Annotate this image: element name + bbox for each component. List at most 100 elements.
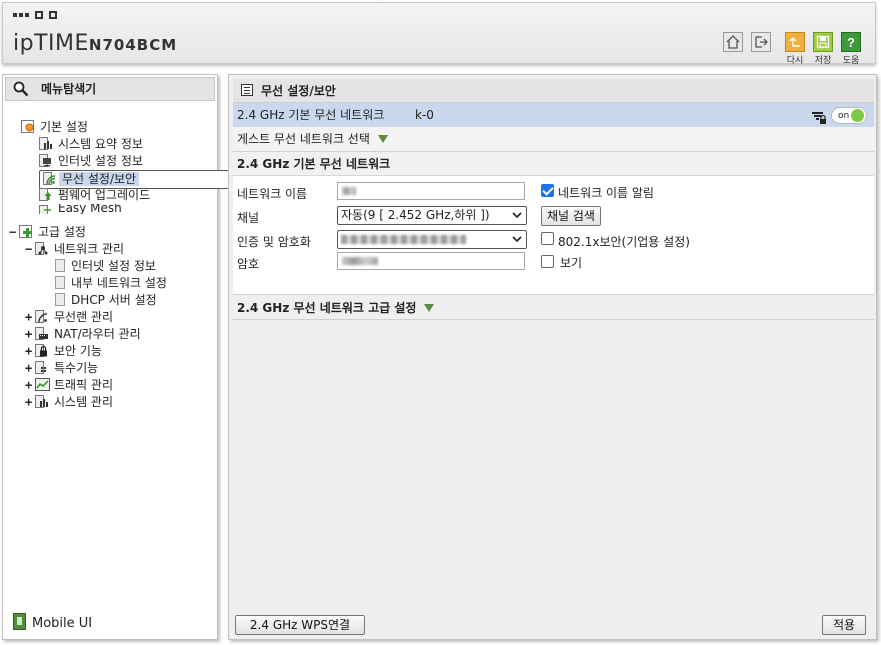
wireless-on-off-toggle[interactable]: on (831, 107, 867, 124)
tree-item-internet-info[interactable]: 인터넷 설정 정보 (39, 153, 146, 170)
announce-name-checkbox[interactable] (541, 184, 554, 197)
tree-security-features[interactable]: + 보안 기능 (25, 343, 105, 360)
tree-network-management[interactable]: − 네트워크 관리 (25, 241, 127, 258)
tree-item-firmware-upgrade[interactable]: 펌웨어 업그레이드 (39, 187, 153, 204)
channel-search-button[interactable]: 채널 검색 (541, 206, 601, 226)
mobile-phone-icon (13, 613, 26, 630)
enterprise-security-checkbox[interactable] (541, 232, 554, 245)
section-title: 2.4 GHz 기본 무선 네트워크 (233, 152, 874, 176)
upgrade-icon (39, 188, 52, 201)
expand-triangle-icon (377, 135, 388, 143)
help-button[interactable]: ? 도움 (841, 32, 861, 66)
tree-wireless-lan-management[interactable]: + 무선랜 관리 (25, 309, 116, 326)
basic-settings-folder-icon (21, 120, 34, 133)
channel-row: 채널 자동(9 [ 2.452 GHz,하위 ]) 채널 검색 (233, 204, 874, 228)
menu-explorer-sidebar: 메뉴탐색기 기본 설정 시스템 요약 정보 인터넷 설정 정보 무선 설정/보안… (2, 74, 229, 640)
network-name-label: 네트워크 이름 (237, 187, 308, 201)
wireless-network-row[interactable]: 2.4 GHz 기본 무선 네트워크 k-0 on (233, 103, 874, 127)
save-icon (813, 32, 833, 52)
magnifier-icon (13, 81, 29, 104)
tree-traffic-management[interactable]: + 트래픽 관리 (25, 377, 116, 394)
retry-button[interactable]: 다시 (785, 32, 805, 66)
page-title-bar: 무선 설정/보안 (233, 79, 874, 103)
tree-item-lan-setup[interactable]: 내부 네트워크 설정 (55, 275, 170, 292)
traffic-chart-icon (35, 378, 50, 391)
wireless-network-ssid: k-0 (415, 108, 434, 122)
save-button[interactable]: 저장 (813, 32, 833, 66)
redacted-value (342, 257, 378, 265)
expand-icon[interactable]: + (25, 343, 35, 360)
router-icon (35, 327, 48, 340)
password-input[interactable] (337, 252, 525, 270)
basic-wireless-section: 2.4 GHz 기본 무선 네트워크 네트워크 이름 네트워크 이름 알림 채널… (233, 152, 874, 295)
main-panel: 무선 설정/보안 2.4 GHz 기본 무선 네트워크 k-0 on 게스트 무… (228, 74, 877, 640)
network-name-input[interactable] (337, 182, 525, 200)
wifi-icon (35, 310, 48, 323)
collapse-icon[interactable]: − (9, 224, 19, 241)
top-header: ipTIMEN704BCM 다시 저장 ? 도움 (2, 2, 876, 66)
tree-item-dhcp-server[interactable]: DHCP 서버 설정 (55, 292, 160, 309)
sidebar-title: 메뉴탐색기 (41, 82, 97, 96)
retry-label: 다시 (786, 56, 804, 66)
mobile-ui-link[interactable]: Mobile UI (13, 613, 92, 631)
auth-encryption-label: 인증 및 암호화 (237, 235, 311, 249)
enterprise-security-label: 802.1x보안(기업용 설정) (558, 235, 690, 249)
document-icon (55, 276, 65, 289)
guest-network-label: 게스트 무선 네트워크 선택 (237, 132, 370, 146)
tree-system-management[interactable]: + 시스템 관리 (25, 394, 116, 411)
tree-nat-router-management[interactable]: + NAT/라우터 관리 (25, 326, 144, 343)
show-password-checkbox[interactable] (541, 255, 554, 268)
expand-icon[interactable]: + (25, 394, 35, 411)
auth-encryption-row: 인증 및 암호화 802.1x보안(기업용 설정) (233, 228, 874, 252)
logout-icon (751, 32, 771, 52)
logo-dots-icon (13, 11, 57, 19)
page-icon (241, 84, 253, 96)
show-password-label: 보기 (560, 256, 583, 270)
tree-item-internet-setup[interactable]: 인터넷 설정 정보 (55, 258, 159, 275)
chevron-down-icon (512, 207, 522, 230)
redacted-value (341, 235, 466, 244)
tree-item-system-summary[interactable]: 시스템 요약 정보 (39, 136, 146, 153)
toggle-text: on (838, 111, 850, 121)
wifi-icon (43, 172, 56, 185)
tree-item-easy-mesh[interactable]: Easy Mesh (39, 204, 125, 214)
collapse-icon[interactable]: − (25, 241, 35, 258)
page-title: 무선 설정/보안 (261, 84, 336, 98)
channel-label: 채널 (237, 211, 260, 225)
network-name-row: 네트워크 이름 네트워크 이름 알림 (233, 180, 874, 204)
undo-icon (785, 32, 805, 52)
special-features-icon (35, 361, 48, 374)
wireless-network-label: 2.4 GHz 기본 무선 네트워크 (237, 108, 385, 122)
apply-button[interactable]: 적용 (822, 615, 866, 635)
expand-triangle-icon (424, 304, 435, 312)
home-button[interactable] (723, 32, 743, 52)
mesh-icon (39, 205, 52, 214)
save-label: 저장 (814, 56, 832, 66)
mobile-ui-label: Mobile UI (32, 616, 93, 631)
channel-select[interactable]: 자동(9 [ 2.452 GHz,하위 ]) (337, 206, 527, 225)
tree-special-features[interactable]: + 특수기능 (25, 360, 101, 377)
channel-select-value: 자동(9 [ 2.452 GHz,하위 ]) (341, 208, 490, 222)
expand-icon[interactable]: + (25, 360, 35, 377)
expand-icon[interactable]: + (25, 377, 35, 394)
advanced-settings-label: 2.4 GHz 무선 네트워크 고급 설정 (237, 301, 417, 315)
expand-icon[interactable]: + (25, 309, 35, 326)
advanced-wireless-settings[interactable]: 2.4 GHz 무선 네트워크 고급 설정 (233, 295, 874, 320)
help-icon: ? (841, 32, 861, 52)
logout-button[interactable] (751, 32, 771, 52)
product-logo: ipTIMEN704BCM (13, 31, 177, 56)
password-row: 암호 보기 (233, 250, 874, 274)
document-icon (55, 259, 65, 272)
logo-model: N704BCM (88, 36, 178, 54)
chart-icon (39, 137, 52, 150)
password-label: 암호 (237, 257, 260, 271)
announce-name-label: 네트워크 이름 알림 (558, 186, 654, 200)
expand-icon[interactable]: + (25, 326, 35, 343)
guest-network-selector[interactable]: 게스트 무선 네트워크 선택 (233, 127, 874, 152)
tree-basic-settings[interactable]: 기본 설정 (21, 119, 91, 136)
tree-advanced-settings[interactable]: − 고급 설정 (9, 224, 89, 241)
wps-connect-button[interactable]: 2.4 GHz WPS연결 (235, 615, 365, 635)
auth-encryption-select[interactable] (337, 230, 527, 249)
document-icon (55, 293, 65, 306)
chart-icon (35, 395, 48, 408)
